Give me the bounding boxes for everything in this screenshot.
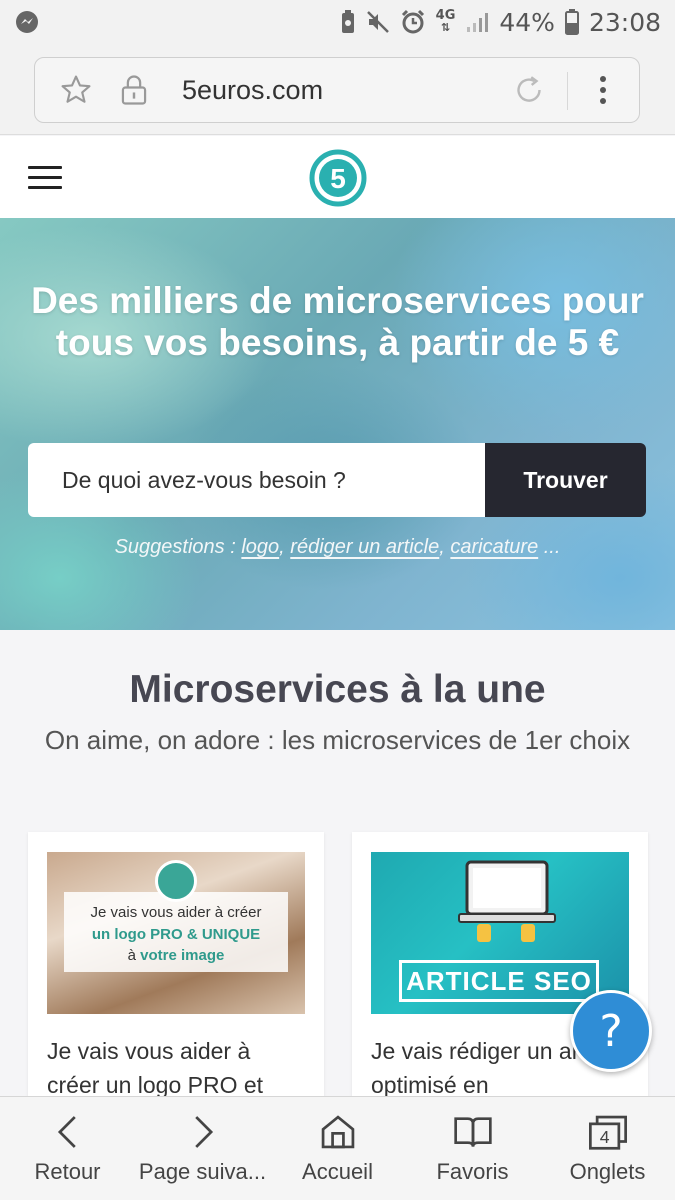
suggestions-ellipsis: ... <box>543 536 561 558</box>
clock: 23:08 <box>588 7 661 37</box>
laptop-illustration-icon <box>458 860 556 942</box>
bookmark-star-icon[interactable] <box>59 73 93 112</box>
image-caption-line2: un logo PRO & UNIQUE <box>91 926 261 943</box>
article-seo-banner: ARTICLE SEO <box>399 960 599 1002</box>
reload-icon[interactable] <box>511 72 547 113</box>
suggestion-link-logo[interactable]: logo <box>241 536 279 558</box>
home-icon <box>270 1113 405 1151</box>
image-caption-line3b: votre image <box>140 947 225 964</box>
suggestions-label: Suggestions : <box>114 536 236 558</box>
search-suggestions: Suggestions : logo, rédiger un article, … <box>114 536 561 558</box>
site-header: 5 <box>0 136 675 218</box>
question-mark-icon: ? <box>599 1005 623 1057</box>
hamburger-menu-icon[interactable] <box>28 166 62 189</box>
image-caption-line3a: à <box>127 947 136 964</box>
service-card[interactable]: ARTICLE SEO Je vais rédiger un article o… <box>352 832 648 1132</box>
search-input[interactable]: De quoi avez-vous besoin ? <box>28 443 485 517</box>
find-button[interactable]: Trouver <box>485 443 646 517</box>
nav-bookmarks-button[interactable]: Favoris <box>405 1097 540 1200</box>
alarm-icon <box>400 9 426 35</box>
service-card-image[interactable]: ARTICLE SEO <box>371 852 629 1014</box>
signal-icon <box>465 10 489 34</box>
bookmarks-icon <box>405 1113 540 1151</box>
image-caption-line1: Je vais vous aider à créer <box>90 904 262 921</box>
service-card-title[interactable]: Je vais vous aider à créer un logo PRO e… <box>47 1034 307 1102</box>
help-button[interactable]: ? <box>570 990 652 1072</box>
tabs-count: 4 <box>599 1127 609 1147</box>
nav-bookmarks-label: Favoris <box>436 1159 509 1184</box>
battery-percent: 44% <box>499 7 555 37</box>
site-logo[interactable]: 5 <box>308 148 368 213</box>
url-text[interactable]: 5euros.com <box>182 75 323 106</box>
nav-home-label: Accueil <box>302 1159 373 1184</box>
hero-section: Des milliers de microservices pour tous … <box>0 218 675 630</box>
nav-back-button[interactable]: Retour <box>0 1097 135 1200</box>
lock-icon[interactable] <box>119 74 149 111</box>
nav-tabs-button[interactable]: 4 Onglets <box>540 1097 675 1200</box>
back-icon <box>0 1113 135 1151</box>
mute-icon <box>366 10 390 34</box>
monitor-badge-icon <box>155 860 197 902</box>
suggestion-link-caricature[interactable]: caricature <box>450 536 538 558</box>
address-bar[interactable]: 5euros.com <box>34 57 640 123</box>
service-card[interactable]: Je vais vous aider à créer un logo PRO &… <box>28 832 324 1132</box>
nav-tabs-label: Onglets <box>569 1159 646 1184</box>
nav-home-button[interactable]: Accueil <box>270 1097 405 1200</box>
search-form: De quoi avez-vous besoin ? Trouver <box>28 443 646 517</box>
nav-back-label: Retour <box>34 1159 101 1184</box>
featured-subtitle: On aime, on adore : les microservices de… <box>44 725 631 755</box>
messenger-icon <box>14 9 40 35</box>
featured-title: Microservices à la une <box>129 668 546 711</box>
nav-forward-button[interactable]: Page suiva... <box>135 1097 270 1200</box>
logo-text: 5 <box>330 163 346 194</box>
battery-icon <box>564 9 579 35</box>
url-separator <box>567 72 568 110</box>
status-bar: 4G ⇅ 44% 23:08 <box>0 0 675 44</box>
hero-title: Des milliers de microservices pour tous … <box>31 280 644 363</box>
forward-icon <box>135 1113 270 1151</box>
image-caption-line3: à votre image <box>47 947 305 964</box>
browser-toolbar: 5euros.com <box>0 44 675 135</box>
more-menu-icon[interactable] <box>597 72 609 113</box>
suggestion-link-article[interactable]: rédiger un article <box>290 536 439 558</box>
browser-bottom-nav: Retour Page suiva... Accueil Favoris 4 O… <box>0 1096 675 1200</box>
tabs-icon: 4 <box>540 1113 675 1151</box>
battery-saver-icon <box>340 9 356 35</box>
service-card-image[interactable]: Je vais vous aider à créer un logo PRO &… <box>47 852 305 1014</box>
network-type-icon: 4G ⇅ <box>435 8 456 34</box>
nav-forward-label: Page suiva... <box>138 1159 267 1184</box>
